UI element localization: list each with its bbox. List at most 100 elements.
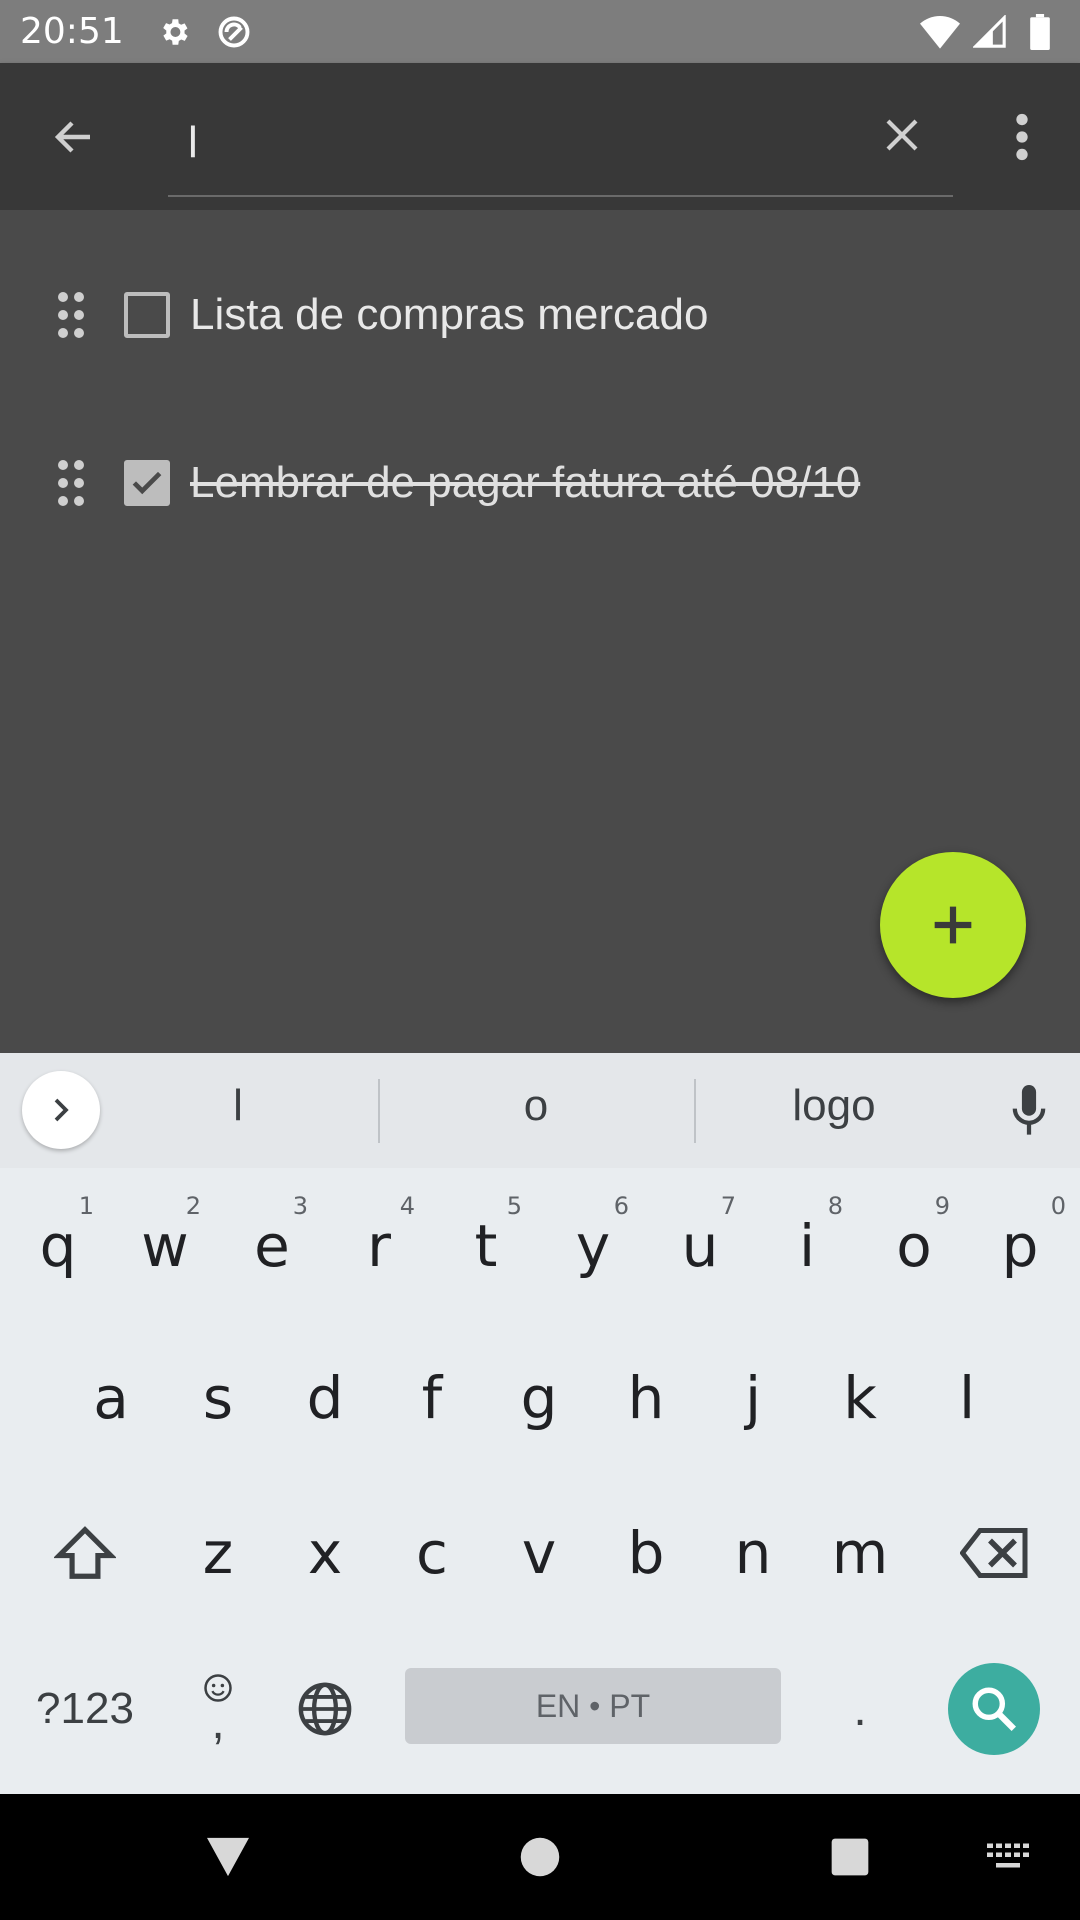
- key-j[interactable]: j: [703, 1338, 803, 1458]
- home-nav-button[interactable]: [510, 1832, 570, 1882]
- key-f[interactable]: f: [382, 1338, 482, 1458]
- suggestion[interactable]: o: [436, 1081, 636, 1131]
- key-label: l: [958, 1364, 976, 1432]
- key-label: p: [1001, 1212, 1039, 1280]
- period-key[interactable]: .: [820, 1663, 900, 1755]
- wifi-icon: [920, 12, 960, 52]
- key-x[interactable]: x: [275, 1493, 375, 1613]
- key-label: e: [254, 1212, 290, 1280]
- key-hint: 6: [613, 1192, 629, 1220]
- keyboard-switch-button[interactable]: [978, 1832, 1038, 1882]
- comma-emoji-key[interactable]: ,: [180, 1653, 256, 1763]
- key-y[interactable]: y6: [543, 1186, 643, 1306]
- key-r[interactable]: r4: [329, 1186, 429, 1306]
- key-label: a: [93, 1364, 129, 1432]
- search-field: [168, 93, 953, 197]
- task-checkbox[interactable]: [124, 292, 170, 338]
- chevron-right-icon: [54, 1098, 69, 1122]
- list-item[interactable]: Lembrar de pagar fatura até 08/10: [0, 428, 1080, 538]
- key-e[interactable]: e3: [222, 1186, 322, 1306]
- more-vert-icon: [1016, 113, 1028, 161]
- key-label: f: [421, 1364, 443, 1432]
- search-action-key[interactable]: [948, 1663, 1040, 1755]
- key-d[interactable]: d: [275, 1338, 375, 1458]
- search-toolbar: [0, 63, 1080, 210]
- suggestion-divider: [694, 1079, 696, 1143]
- key-l[interactable]: l: [917, 1338, 1017, 1458]
- back-button[interactable]: [40, 103, 108, 171]
- key-label: w: [141, 1212, 189, 1280]
- task-checkbox[interactable]: [124, 460, 170, 506]
- more-options-button[interactable]: [1000, 103, 1044, 171]
- key-hint: 3: [292, 1192, 308, 1220]
- key-s[interactable]: s: [168, 1338, 268, 1458]
- key-label: s: [202, 1364, 234, 1432]
- key-p[interactable]: p0: [970, 1186, 1070, 1306]
- language-key[interactable]: [285, 1663, 365, 1755]
- task-label: Lista de compras mercado: [190, 290, 709, 339]
- key-hint: 4: [399, 1192, 415, 1220]
- key-label: m: [831, 1519, 889, 1587]
- add-task-button[interactable]: [880, 852, 1026, 998]
- recents-nav-button[interactable]: [820, 1832, 880, 1882]
- clear-search-button[interactable]: [870, 103, 934, 167]
- suggestion[interactable]: logo: [734, 1081, 934, 1131]
- shift-icon: [54, 1526, 116, 1579]
- key-a[interactable]: a: [61, 1338, 161, 1458]
- key-label: y: [575, 1212, 611, 1280]
- key-h[interactable]: h: [596, 1338, 696, 1458]
- back-nav-button[interactable]: [198, 1832, 258, 1882]
- key-k[interactable]: k: [810, 1338, 910, 1458]
- space-key[interactable]: EN • PT: [405, 1668, 781, 1744]
- suggestion-divider: [378, 1079, 380, 1143]
- suggestion-bar: l o logo: [0, 1053, 1080, 1168]
- key-c[interactable]: c: [382, 1493, 482, 1613]
- key-label: g: [520, 1364, 558, 1432]
- key-o[interactable]: o9: [864, 1186, 964, 1306]
- drag-handle-icon[interactable]: [58, 460, 88, 506]
- key-label: k: [843, 1364, 877, 1432]
- key-label: ,: [211, 1696, 225, 1749]
- key-i[interactable]: i8: [757, 1186, 857, 1306]
- key-hint: 8: [827, 1192, 843, 1220]
- key-b[interactable]: b: [596, 1493, 696, 1613]
- key-g[interactable]: g: [489, 1338, 589, 1458]
- expand-toolbar-button[interactable]: [22, 1071, 100, 1149]
- key-label: j: [744, 1364, 762, 1432]
- drag-handle-icon[interactable]: [58, 292, 88, 338]
- key-label: c: [416, 1519, 448, 1587]
- key-t[interactable]: t5: [436, 1186, 536, 1306]
- key-label: ?123: [36, 1684, 134, 1733]
- key-label: q: [39, 1212, 77, 1280]
- key-z[interactable]: z: [168, 1493, 268, 1613]
- globe-icon: [298, 1682, 352, 1736]
- plus-icon: [934, 906, 972, 944]
- key-n[interactable]: n: [703, 1493, 803, 1613]
- task-list: Lista de compras mercado Lembrar de paga…: [0, 210, 1080, 1053]
- key-u[interactable]: u7: [650, 1186, 750, 1306]
- status-bar: 20:51: [0, 0, 1080, 63]
- shift-key[interactable]: [30, 1498, 140, 1608]
- search-icon: [972, 1687, 1017, 1732]
- settings-icon: [154, 12, 194, 52]
- key-hint: 1: [78, 1192, 94, 1220]
- search-input[interactable]: [188, 113, 838, 173]
- symbols-key[interactable]: ?123: [20, 1663, 150, 1755]
- key-v[interactable]: v: [489, 1493, 589, 1613]
- key-label: .: [853, 1682, 867, 1736]
- check-icon: [132, 471, 162, 495]
- list-item[interactable]: Lista de compras mercado: [0, 260, 1080, 370]
- key-q[interactable]: q1: [8, 1186, 108, 1306]
- key-label: o: [896, 1212, 932, 1280]
- backspace-key[interactable]: [940, 1498, 1050, 1608]
- suggestion[interactable]: l: [138, 1081, 338, 1131]
- key-hint: 9: [934, 1192, 950, 1220]
- status-time: 20:51: [20, 11, 124, 52]
- key-label: x: [307, 1519, 343, 1587]
- mic-button[interactable]: [1004, 1083, 1054, 1139]
- key-m[interactable]: m: [810, 1493, 910, 1613]
- key-hint: 5: [506, 1192, 522, 1220]
- mic-icon: [1012, 1085, 1046, 1135]
- key-w[interactable]: w2: [115, 1186, 215, 1306]
- task-label: Lembrar de pagar fatura até 08/10: [190, 458, 861, 507]
